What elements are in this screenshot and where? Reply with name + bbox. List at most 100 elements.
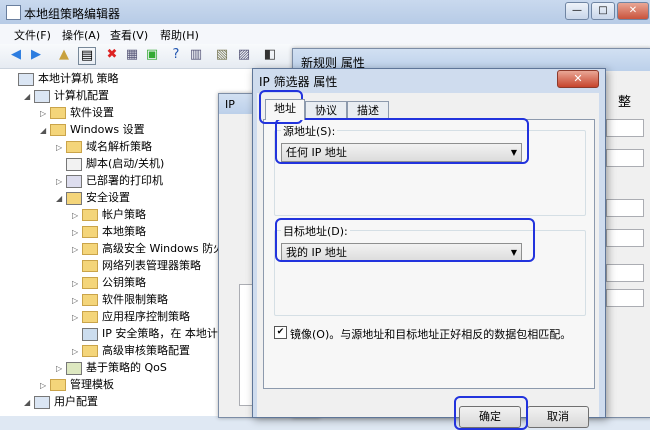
delete-icon[interactable]: ✖ — [104, 47, 120, 63]
printer-icon — [66, 174, 82, 188]
tree-item[interactable]: ▷ 帐户策略 — [72, 206, 146, 223]
expand-arrow-icon[interactable]: ▷ — [72, 241, 82, 258]
export-list-icon[interactable]: ▣ — [144, 47, 160, 63]
config-icon — [34, 395, 50, 409]
new-rule-adjust-text: 整 — [618, 95, 632, 110]
script-icon — [66, 157, 82, 171]
highlight-destination-mark — [275, 218, 535, 262]
folder-icon — [82, 294, 98, 306]
tree-item[interactable]: ▷ 已部署的打印机 — [56, 172, 163, 189]
expand-arrow-icon[interactable]: ▷ — [72, 275, 82, 292]
policy-icon[interactable]: ◧ — [262, 47, 278, 63]
tree-item[interactable]: ◢ Windows 设置 — [40, 121, 145, 138]
tree-item[interactable]: ◢ 用户配置 — [24, 393, 98, 410]
expand-arrow-icon[interactable]: ▷ — [40, 377, 50, 394]
expand-arrow-icon[interactable]: ▷ — [72, 343, 82, 360]
expand-arrow-icon[interactable]: ▷ — [56, 173, 66, 190]
tree-item[interactable]: ▷ 软件设置 — [40, 104, 114, 121]
tree-item[interactable]: ▷ 高级审核策略配置 — [72, 342, 190, 359]
window-title: 本地组策略编辑器 — [24, 7, 121, 21]
expand-arrow-icon[interactable]: ◢ — [24, 394, 34, 411]
expand-arrow-icon[interactable]: ▷ — [72, 292, 82, 309]
back-arrow-icon[interactable]: ◀ — [8, 47, 24, 63]
tree-item[interactable]: ◢ 计算机配置 — [24, 87, 109, 104]
expand-arrow-icon[interactable]: ▷ — [72, 309, 82, 326]
tree-item-label: 高级审核策略配置 — [102, 344, 190, 357]
mirror-label: 镜像(O)。与源地址和目标地址正好相反的数据包相匹配。 — [290, 328, 572, 341]
tree-item[interactable]: ▷ 软件限制策略 — [72, 291, 168, 308]
tree-item[interactable]: 本地计算机 策略 — [8, 70, 119, 87]
tree-item[interactable]: ▷ 应用程序控制策略 — [72, 308, 190, 325]
tree-item-label: 应用程序控制策略 — [102, 310, 190, 323]
folder-icon — [50, 124, 66, 136]
tree-item[interactable]: ▷ 高级安全 Windows 防火墙 — [72, 240, 235, 257]
tree-item-label: 安全设置 — [86, 191, 130, 204]
expand-arrow-icon[interactable]: ▷ — [72, 224, 82, 241]
manage-icon[interactable]: ▨ — [236, 47, 252, 63]
new-rule-side-field-3 — [606, 199, 644, 217]
forward-arrow-icon[interactable]: ▶ — [28, 47, 44, 63]
computer-icon — [18, 72, 34, 86]
ip-filter-list-title: IP — [225, 98, 235, 111]
tree-item[interactable]: ▷ 公钥策略 — [72, 274, 146, 291]
folder-icon — [50, 107, 66, 119]
expand-arrow-icon[interactable]: ◢ — [24, 88, 34, 105]
expand-arrow-icon[interactable]: ▷ — [56, 360, 66, 377]
folder-icon — [82, 345, 98, 357]
folder-icon — [82, 226, 98, 238]
folder-icon — [82, 209, 98, 221]
tree-item[interactable]: 网络列表管理器策略 — [72, 257, 201, 274]
tree-item-label: 已部署的打印机 — [86, 174, 163, 187]
tab-address[interactable]: 地址 — [265, 99, 305, 120]
view-icon[interactable]: ▥ — [188, 47, 204, 63]
menu-bar: 文件(F) 操作(A) 查看(V) 帮助(H) — [0, 24, 650, 45]
tree-item[interactable]: ▷ 基于策略的 QoS — [56, 359, 167, 376]
show-hide-tree-icon[interactable]: ▤ — [78, 47, 96, 65]
assign-icon[interactable]: ▧ — [214, 47, 230, 63]
folder-icon — [82, 277, 98, 289]
app-icon — [6, 5, 21, 20]
tree-item[interactable]: IP 安全策略，在 本地计算机 — [72, 325, 240, 342]
expand-arrow-icon[interactable]: ◢ — [40, 122, 50, 139]
new-rule-side-field-1 — [606, 119, 644, 137]
menu-help[interactable]: 帮助(H) — [160, 27, 199, 43]
menu-action[interactable]: 操作(A) — [62, 27, 100, 43]
tree-item-label: 域名解析策略 — [86, 140, 152, 153]
up-folder-icon[interactable]: ▲ — [56, 47, 72, 63]
ipsec-icon — [82, 327, 98, 341]
tree-item-label: 管理模板 — [70, 378, 114, 391]
tree-item-label: 帐户策略 — [102, 208, 146, 221]
close-button[interactable]: ✕ — [617, 2, 649, 20]
tree-item-label: 软件限制策略 — [102, 293, 168, 306]
highlight-source-mark — [275, 118, 529, 164]
filter-dialog-close-button[interactable]: ✕ — [557, 70, 599, 88]
mirror-checkbox[interactable]: ✔ — [274, 326, 287, 339]
expand-arrow-icon[interactable]: ▷ — [56, 139, 66, 156]
security-icon — [66, 191, 82, 205]
tree-item-label: 高级安全 Windows 防火墙 — [102, 242, 236, 255]
tree-item[interactable]: ▷ 本地策略 — [72, 223, 146, 240]
tree-item-label: 网络列表管理器策略 — [102, 259, 201, 272]
tree-item[interactable]: 脚本(启动/关机) — [56, 155, 164, 172]
folder-icon — [82, 243, 98, 255]
cancel-button[interactable]: 取消 — [527, 406, 589, 428]
expand-arrow-icon[interactable]: ▷ — [40, 105, 50, 122]
tree-item[interactable]: ▷ 管理模板 — [40, 376, 114, 393]
qos-icon — [66, 361, 82, 375]
maximize-button[interactable]: □ — [591, 2, 615, 20]
highlight-ok-mark — [454, 396, 528, 430]
help-icon[interactable]: ? — [168, 47, 184, 63]
minimize-button[interactable]: — — [565, 2, 589, 20]
tree-item-label: Windows 设置 — [70, 123, 145, 136]
title-bar: 本地组策略编辑器 — □ ✕ — [0, 0, 650, 24]
config-icon — [34, 89, 50, 103]
tree-item-label: 计算机配置 — [54, 89, 109, 102]
properties-icon[interactable]: ▦ — [124, 47, 140, 63]
menu-view[interactable]: 查看(V) — [110, 27, 148, 43]
expand-arrow-icon[interactable]: ◢ — [56, 190, 66, 207]
tree-item[interactable]: ▷ 域名解析策略 — [56, 138, 152, 155]
expand-arrow-icon[interactable]: ▷ — [72, 207, 82, 224]
tree-item[interactable]: ◢ 安全设置 — [56, 189, 130, 206]
menu-file[interactable]: 文件(F) — [14, 27, 51, 43]
new-rule-side-field-6 — [606, 289, 644, 307]
